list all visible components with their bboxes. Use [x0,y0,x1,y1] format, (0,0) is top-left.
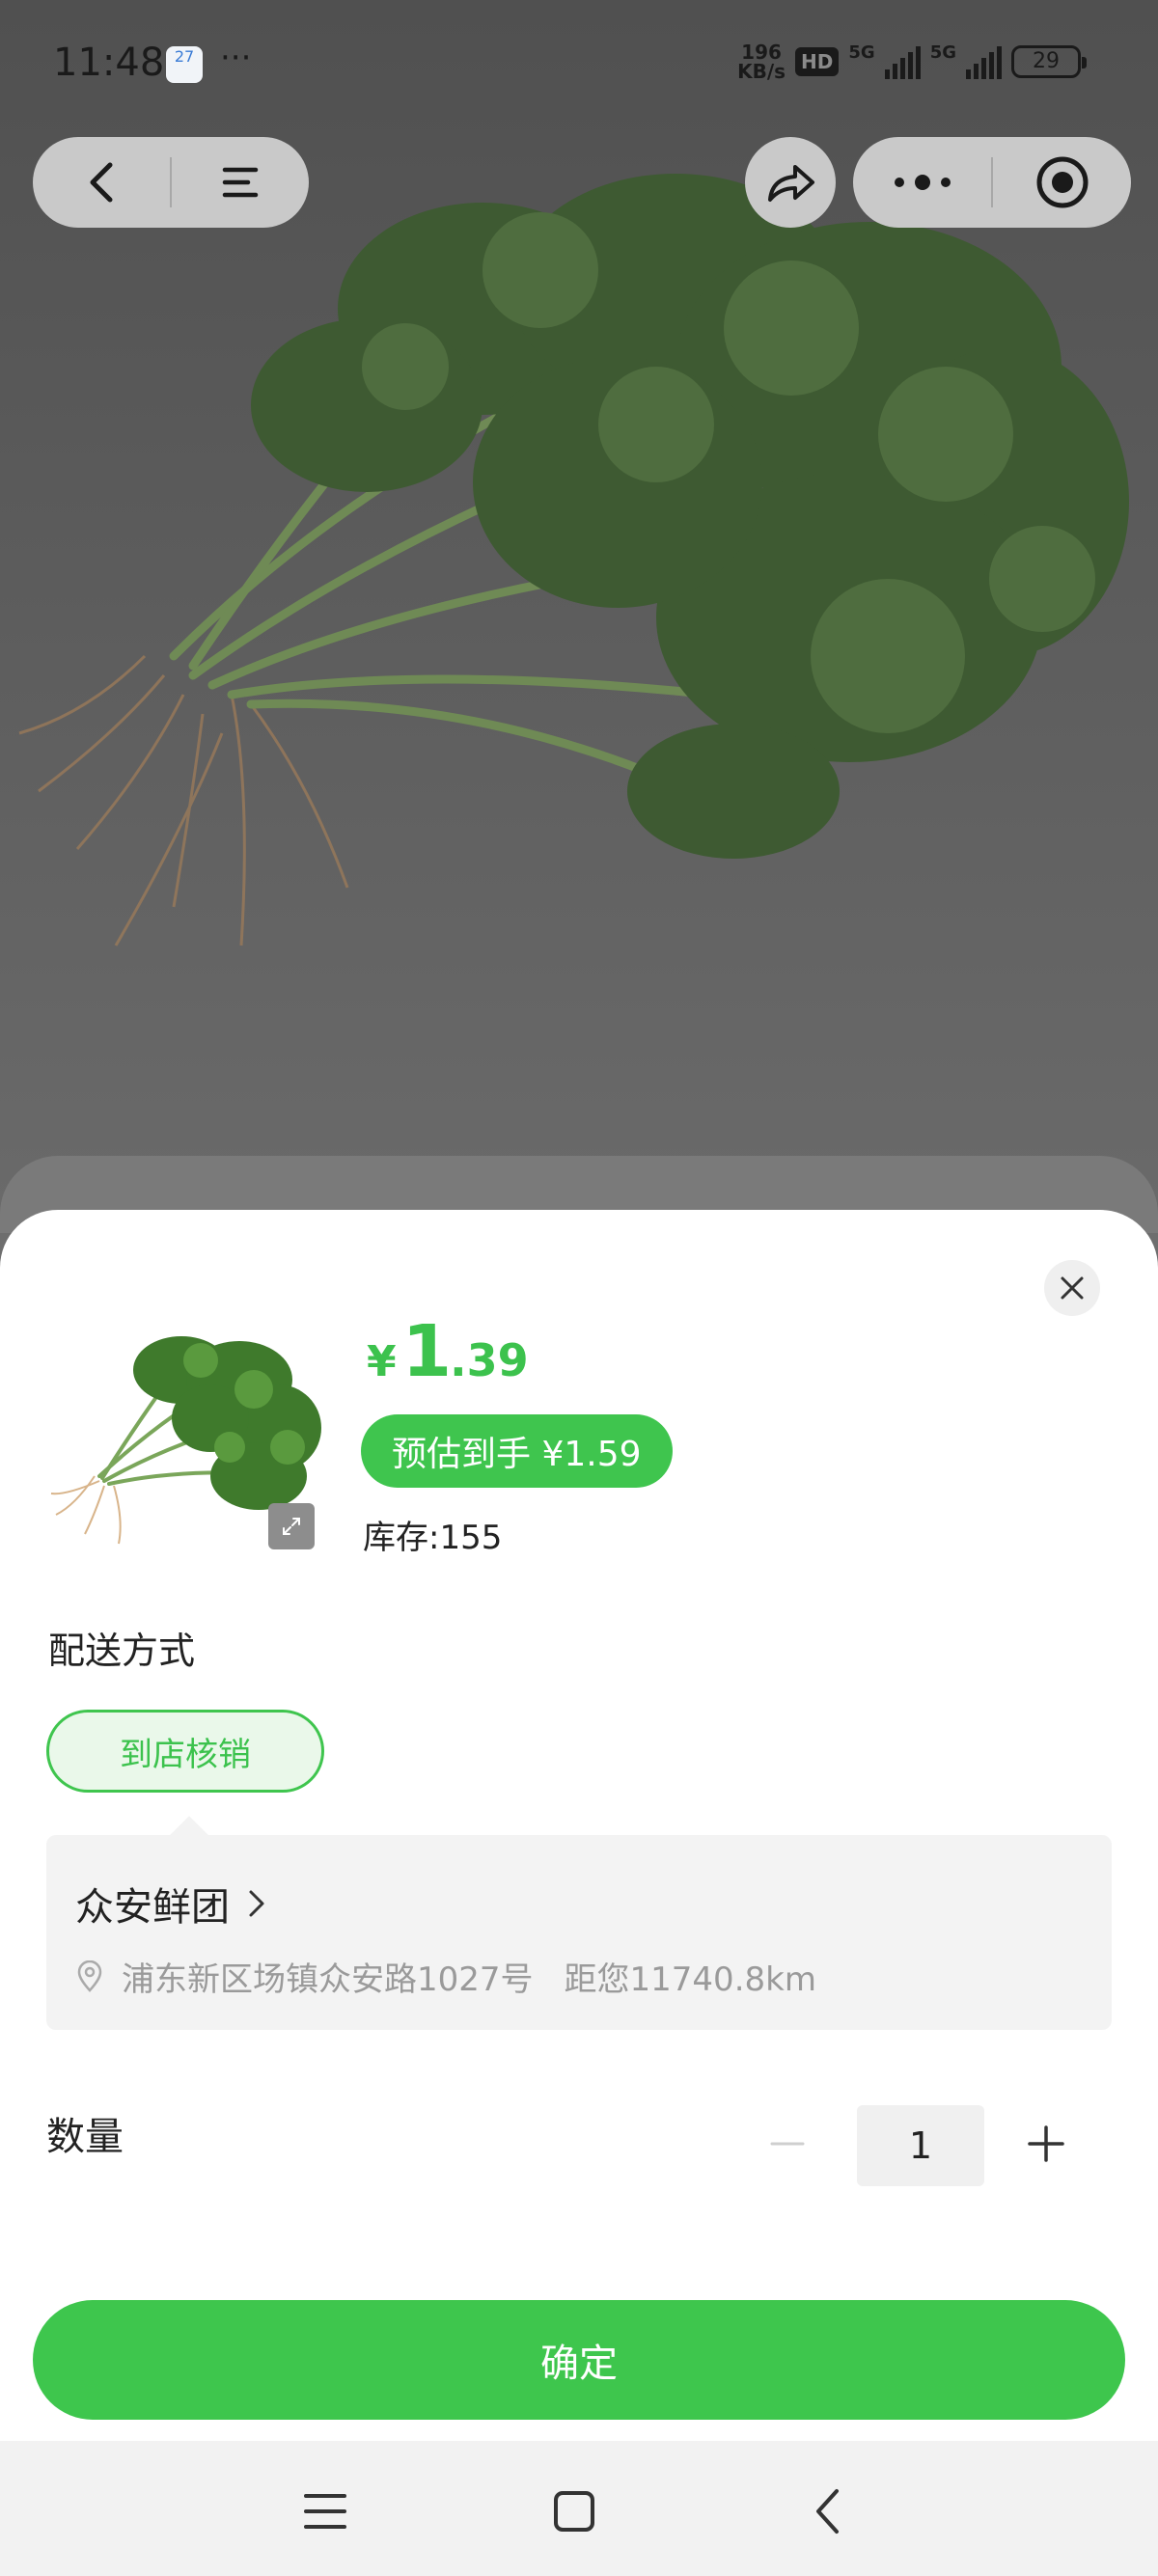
hd-icon: HD [795,47,840,76]
close-icon [1061,1276,1084,1300]
status-indicators: 196 KB/s HD 5G 5G 29 [737,42,1087,81]
notification-more: ··· [220,39,252,77]
sim1-label: 5G [848,42,875,63]
home-square-icon [554,2491,594,2532]
minus-icon [770,2142,805,2146]
battery-icon: 29 [1011,45,1087,78]
estimated-price-badge: 预估到手 ¥1.59 [361,1414,673,1488]
calendar-icon: 27 [166,46,203,83]
network-speed-unit: KB/s [737,60,786,83]
menu-button[interactable] [172,137,309,228]
home-button[interactable] [531,2468,618,2555]
share-arrow-icon [768,165,814,202]
price-decimal: .39 [450,1334,529,1386]
more-button[interactable] [853,137,991,228]
target-circle-icon [1036,156,1088,208]
chevron-right-icon [249,1890,264,1917]
quantity-input[interactable]: 1 [857,2105,984,2186]
network-speed-value: 196 [741,41,782,64]
store-distance: 距您11740.8km [564,1960,816,1999]
expand-image-button[interactable] [268,1503,315,1549]
store-name-row[interactable]: 众安鲜团 [75,1876,266,1932]
action-capsule [853,137,1131,228]
more-dots-icon [894,175,951,190]
battery-level: 29 [1033,49,1060,73]
calendar-day: 27 [174,47,195,66]
store-card[interactable]: 众安鲜团 浦东新区场镇众安路1027号 距您11740.8km [46,1835,1112,2030]
signal-icon [966,44,1002,79]
share-button[interactable] [745,137,836,228]
product-price: ¥ 1 .39 [367,1310,529,1393]
recents-button[interactable] [282,2468,369,2555]
coriander-illustration [18,174,1129,946]
hamburger-icon [222,167,259,198]
close-sheet-button[interactable] [1044,1260,1100,1316]
nav-capsule [33,137,309,228]
confirm-button[interactable]: 确定 [33,2300,1125,2420]
exit-miniprogram-button[interactable] [993,137,1131,228]
location-pin-icon [77,1959,102,1992]
sim2-label: 5G [929,42,956,63]
chevron-left-icon [90,162,113,203]
signal-icon [884,44,921,79]
system-nav-bar [0,2441,1158,2576]
quantity-decrease-button[interactable] [758,2115,816,2173]
store-name: 众安鲜团 [75,1885,230,1930]
plus-icon [1028,2125,1064,2162]
recents-icon [304,2494,346,2529]
store-address-row: 浦东新区场镇众安路1027号 距您11740.8km [75,1953,816,2000]
quantity-label: 数量 [46,2115,124,2159]
back-button[interactable] [33,137,170,228]
quantity-increase-button[interactable] [1017,2115,1075,2173]
price-currency: ¥ [367,1337,397,1386]
delivery-option-pickup[interactable]: 到店核销 [46,1710,324,1793]
status-bar: 11:48 27 ··· 196 KB/s HD 5G 5G 29 [0,0,1158,125]
status-time: 11:48 [53,41,165,85]
system-back-button[interactable] [784,2468,870,2555]
network-speed: 196 KB/s [737,42,786,81]
store-address: 浦东新区场镇众安路1027号 [122,1960,534,1999]
back-chevron-icon [816,2489,839,2534]
expand-icon [283,1518,300,1535]
stock-count: 库存:155 [363,1519,503,1557]
price-integer: 1 [401,1310,452,1393]
delivery-method-title: 配送方式 [48,1630,196,1672]
